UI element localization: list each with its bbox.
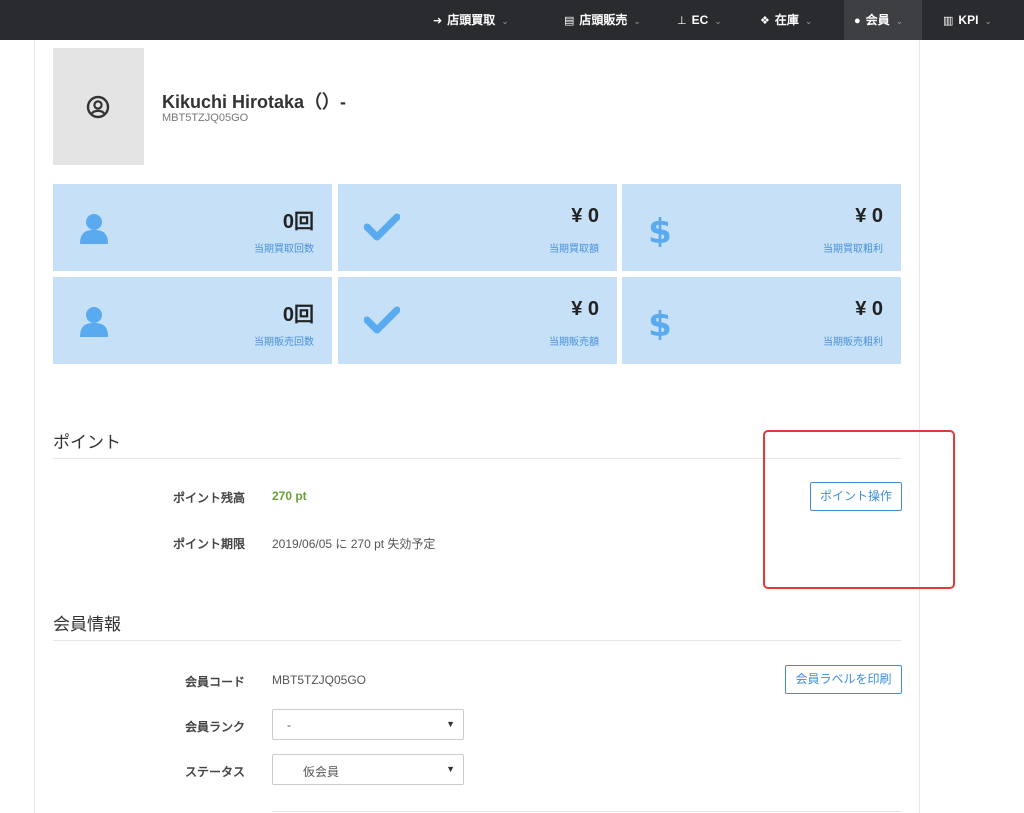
stat-tile-sales-amount: ¥ 0 当期販売額: [338, 277, 617, 364]
user-icon: [80, 214, 108, 244]
nav-label: KPI: [958, 13, 979, 27]
user-icon: [80, 307, 108, 337]
stat-label: 当期買取回数: [254, 244, 314, 255]
highlight-box: [763, 430, 955, 589]
point-balance-value: 270 pt: [272, 489, 307, 503]
check-icon: [364, 213, 400, 241]
divider: [53, 640, 901, 641]
nav-label: 会員: [865, 13, 890, 27]
user-icon: ●: [854, 15, 861, 27]
chevron-down-icon: ⌄: [633, 16, 641, 26]
check-icon: [364, 306, 400, 334]
stat-tile-sales-profit: $ ¥ 0 当期販売粗利: [622, 277, 901, 364]
stat-value: 0回: [282, 211, 314, 233]
member-code-value: MBT5TZJQ05GO: [272, 673, 367, 687]
point-expiry-value: 2019/06/05 に 270 pt 失効予定: [272, 537, 436, 551]
stat-label: 当期買取粗利: [823, 244, 883, 255]
member-code-label: 会員コード: [184, 675, 245, 689]
caret-down-icon: ▼: [446, 764, 455, 774]
dollar-icon: $: [648, 306, 672, 340]
nav-item-store-sales[interactable]: ▤ 店頭販売 ⌄: [564, 0, 641, 40]
cubes-icon: ❖: [760, 15, 770, 27]
point-expiry-label: ポイント期限: [172, 537, 245, 551]
stat-label: 当期買取額: [549, 244, 599, 255]
nav-item-kpi[interactable]: ▥ KPI ⌄: [943, 0, 992, 40]
stat-tile-purchase-count: 0回 当期買取回数: [53, 184, 332, 271]
select-value: -: [287, 718, 291, 732]
main-panel: [34, 40, 920, 813]
nav-label: 店頭販売: [579, 13, 628, 27]
dollar-icon: $: [648, 213, 672, 247]
user-circle-icon: [86, 95, 110, 119]
select-value: 仮会員: [303, 765, 340, 779]
stat-value: ¥ 0: [571, 298, 599, 320]
status-label: ステータス: [184, 765, 245, 779]
member-rank-label: 会員ランク: [184, 720, 245, 734]
caret-down-icon: ▼: [446, 719, 455, 729]
chevron-down-icon: ⌄: [501, 16, 509, 26]
nav-item-inventory[interactable]: ❖ 在庫 ⌄: [760, 0, 812, 40]
svg-text:$: $: [648, 213, 672, 247]
nav-label: EC: [691, 13, 709, 27]
svg-text:$: $: [648, 306, 672, 340]
chart-icon: ▥: [943, 15, 954, 27]
nav-label: 在庫: [774, 13, 799, 27]
stat-label: 当期販売粗利: [823, 337, 883, 348]
stat-tile-purchase-amount: ¥ 0 当期買取額: [338, 184, 617, 271]
chevron-down-icon: ⌄: [804, 16, 813, 26]
print-member-label-button[interactable]: 会員ラベルを印刷: [785, 665, 902, 694]
stat-tile-purchase-profit: $ ¥ 0 当期買取粗利: [622, 184, 901, 271]
nav-item-store-purchase[interactable]: ➜ 店頭買取 ⌄: [433, 0, 509, 40]
cart-icon: ▤: [564, 15, 575, 27]
points-section-title: ポイント: [53, 433, 121, 452]
avatar: [53, 48, 144, 165]
member-info-section-title: 会員情報: [53, 615, 121, 634]
nav-item-ec[interactable]: ⊥ EC ⌄: [677, 0, 722, 40]
point-balance-label: ポイント残高: [172, 491, 245, 505]
stat-label: 当期販売額: [549, 337, 599, 348]
stat-label: 当期販売回数: [254, 337, 314, 348]
chevron-down-icon: ⌄: [714, 16, 722, 26]
sitemap-icon: ⊥: [677, 15, 687, 27]
member-code-subtitle: MBT5TZJQ05GO: [162, 112, 249, 124]
member-rank-select[interactable]: - ▼: [272, 709, 464, 740]
stat-value: ¥ 0: [571, 205, 599, 227]
divider: [272, 811, 901, 812]
sign-in-icon: ➜: [433, 15, 443, 27]
stat-value: 0回: [282, 304, 314, 326]
nav-label: 店頭買取: [447, 13, 496, 27]
stat-value: ¥ 0: [855, 205, 883, 227]
nav-item-member[interactable]: ● 会員 ⌄: [844, 0, 922, 40]
chevron-down-icon: ⌄: [895, 16, 904, 26]
stat-tile-sales-count: 0回 当期販売回数: [53, 277, 332, 364]
member-name: Kikuchi Hirotaka（）-: [162, 92, 347, 112]
chevron-down-icon: ⌄: [984, 16, 992, 26]
top-navbar: ➜ 店頭買取 ⌄ ▤ 店頭販売 ⌄ ⊥ EC ⌄ ❖ 在庫 ⌄ ● 会員 ⌄ ▥ KPI ⌄: [0, 0, 1024, 40]
status-select[interactable]: 仮会員 ▼: [272, 754, 464, 785]
stat-value: ¥ 0: [855, 298, 883, 320]
